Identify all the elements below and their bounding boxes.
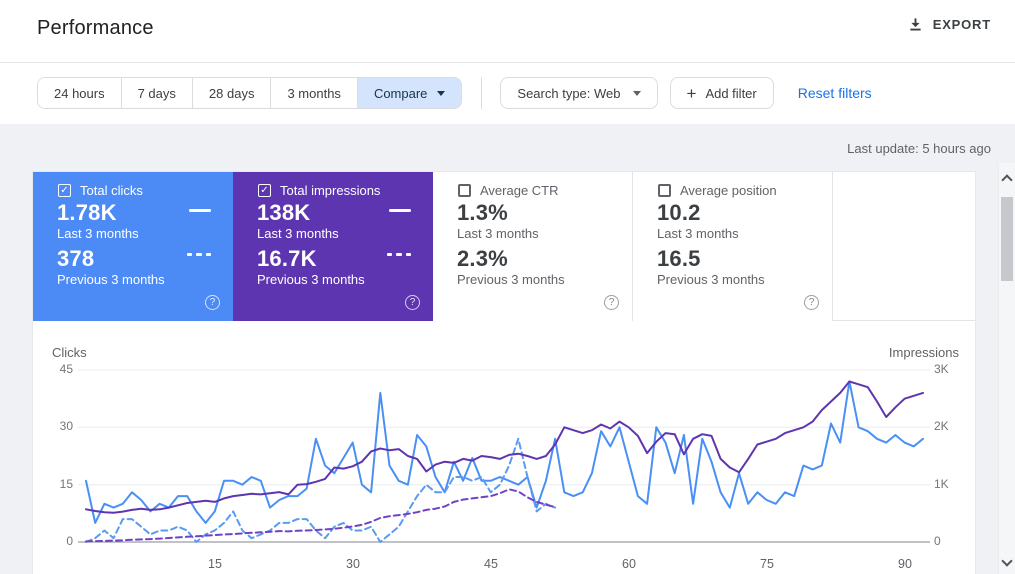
current-period: Last 3 months	[57, 226, 139, 241]
scroll-down-icon[interactable]	[1001, 555, 1012, 566]
average-position-card[interactable]: Average position 10.2 Last 3 months 16.5…	[633, 172, 833, 321]
compare-label: Compare	[374, 86, 427, 101]
performance-chart[interactable]: Clicks Impressions 015304501K2K3K1530456…	[33, 322, 975, 574]
left-axis-tick: 15	[41, 477, 73, 491]
header-divider	[0, 62, 1015, 63]
add-filter-button[interactable]: + Add filter	[670, 77, 774, 109]
x-axis-tick: 75	[749, 557, 785, 571]
right-axis-tick: 3K	[934, 362, 968, 376]
add-filter-label: Add filter	[705, 86, 756, 101]
x-axis-tick: 60	[611, 557, 647, 571]
left-axis-tick: 45	[41, 362, 73, 376]
search-console-performance-page: Performance EXPORT 24 hours 7 days 28 da…	[0, 0, 1015, 574]
current-value: 1.3%	[457, 200, 508, 226]
export-button[interactable]: EXPORT	[908, 17, 991, 32]
metric-cards: ✓ Total clicks 1.78K Last 3 months 378 P…	[33, 172, 975, 321]
current-period: Last 3 months	[257, 226, 339, 241]
help-icon[interactable]: ?	[604, 295, 619, 310]
filter-bar: 24 hours 7 days 28 days 3 months Compare…	[37, 77, 872, 109]
dashed-line-legend-icon	[187, 253, 211, 256]
card-label: Average CTR	[480, 183, 559, 198]
previous-period: Previous 3 months	[457, 272, 565, 287]
previous-value: 378	[57, 246, 94, 272]
range-28-days[interactable]: 28 days	[192, 78, 271, 108]
search-type-dropdown[interactable]: Search type: Web	[500, 77, 657, 109]
scroll-up-icon[interactable]	[1001, 174, 1012, 185]
previous-value: 16.7K	[257, 246, 317, 272]
previous-period: Previous 3 months	[257, 272, 365, 287]
x-axis-tick: 45	[473, 557, 509, 571]
checkbox-unchecked-icon[interactable]	[658, 184, 671, 197]
total-clicks-card[interactable]: ✓ Total clicks 1.78K Last 3 months 378 P…	[33, 172, 233, 321]
plus-icon: +	[687, 85, 697, 102]
series-line-2	[86, 382, 923, 513]
range-24-hours[interactable]: 24 hours	[38, 78, 121, 108]
last-update-text: Last update: 5 hours ago	[847, 141, 991, 156]
current-value: 10.2	[657, 200, 701, 226]
solid-line-legend-icon	[389, 209, 411, 212]
left-axis-tick: 30	[41, 419, 73, 433]
solid-line-legend-icon	[189, 209, 211, 212]
page-title: Performance	[37, 17, 154, 40]
report-panel: ✓ Total clicks 1.78K Last 3 months 378 P…	[33, 172, 975, 574]
reset-filters-link[interactable]: Reset filters	[798, 85, 872, 101]
filter-divider	[481, 77, 482, 109]
average-ctr-card[interactable]: Average CTR 1.3% Last 3 months 2.3% Prev…	[433, 172, 633, 321]
previous-period: Previous 3 months	[57, 272, 165, 287]
checkbox-checked-icon[interactable]: ✓	[58, 184, 71, 197]
current-period: Last 3 months	[457, 226, 539, 241]
checkbox-checked-icon[interactable]: ✓	[258, 184, 271, 197]
x-axis-tick: 30	[335, 557, 371, 571]
date-range-group: 24 hours 7 days 28 days 3 months Compare	[37, 77, 462, 109]
x-axis-tick: 15	[197, 557, 233, 571]
help-icon[interactable]: ?	[804, 295, 819, 310]
right-axis-tick: 1K	[934, 477, 968, 491]
compare-dropdown[interactable]: Compare	[357, 78, 461, 108]
chevron-down-icon	[633, 91, 641, 96]
right-axis-tick: 2K	[934, 419, 968, 433]
current-period: Last 3 months	[657, 226, 739, 241]
chart-plot[interactable]	[33, 322, 975, 574]
export-label: EXPORT	[933, 17, 991, 32]
card-label: Average position	[680, 183, 777, 198]
help-icon[interactable]: ?	[205, 295, 220, 310]
previous-value: 16.5	[657, 246, 701, 272]
right-axis-tick: 0	[934, 534, 968, 548]
current-value: 1.78K	[57, 200, 117, 226]
previous-value: 2.3%	[457, 246, 508, 272]
previous-period: Previous 3 months	[657, 272, 765, 287]
vertical-scrollbar[interactable]	[998, 163, 1015, 574]
scrollbar-thumb[interactable]	[1001, 197, 1013, 281]
checkbox-unchecked-icon[interactable]	[458, 184, 471, 197]
current-value: 138K	[257, 200, 310, 226]
total-impressions-card[interactable]: ✓ Total impressions 138K Last 3 months 1…	[233, 172, 433, 321]
download-icon	[908, 17, 923, 32]
content-area: Last update: 5 hours ago ✓ Total clicks …	[0, 124, 1015, 574]
dashed-line-legend-icon	[387, 253, 411, 256]
range-3-months[interactable]: 3 months	[270, 78, 356, 108]
card-label: Total impressions	[280, 183, 380, 198]
range-7-days[interactable]: 7 days	[121, 78, 192, 108]
card-label: Total clicks	[80, 183, 143, 198]
chevron-down-icon	[437, 91, 445, 96]
help-icon[interactable]: ?	[405, 295, 420, 310]
x-axis-tick: 90	[887, 557, 923, 571]
search-type-label: Search type: Web	[517, 86, 620, 101]
left-axis-tick: 0	[41, 534, 73, 548]
